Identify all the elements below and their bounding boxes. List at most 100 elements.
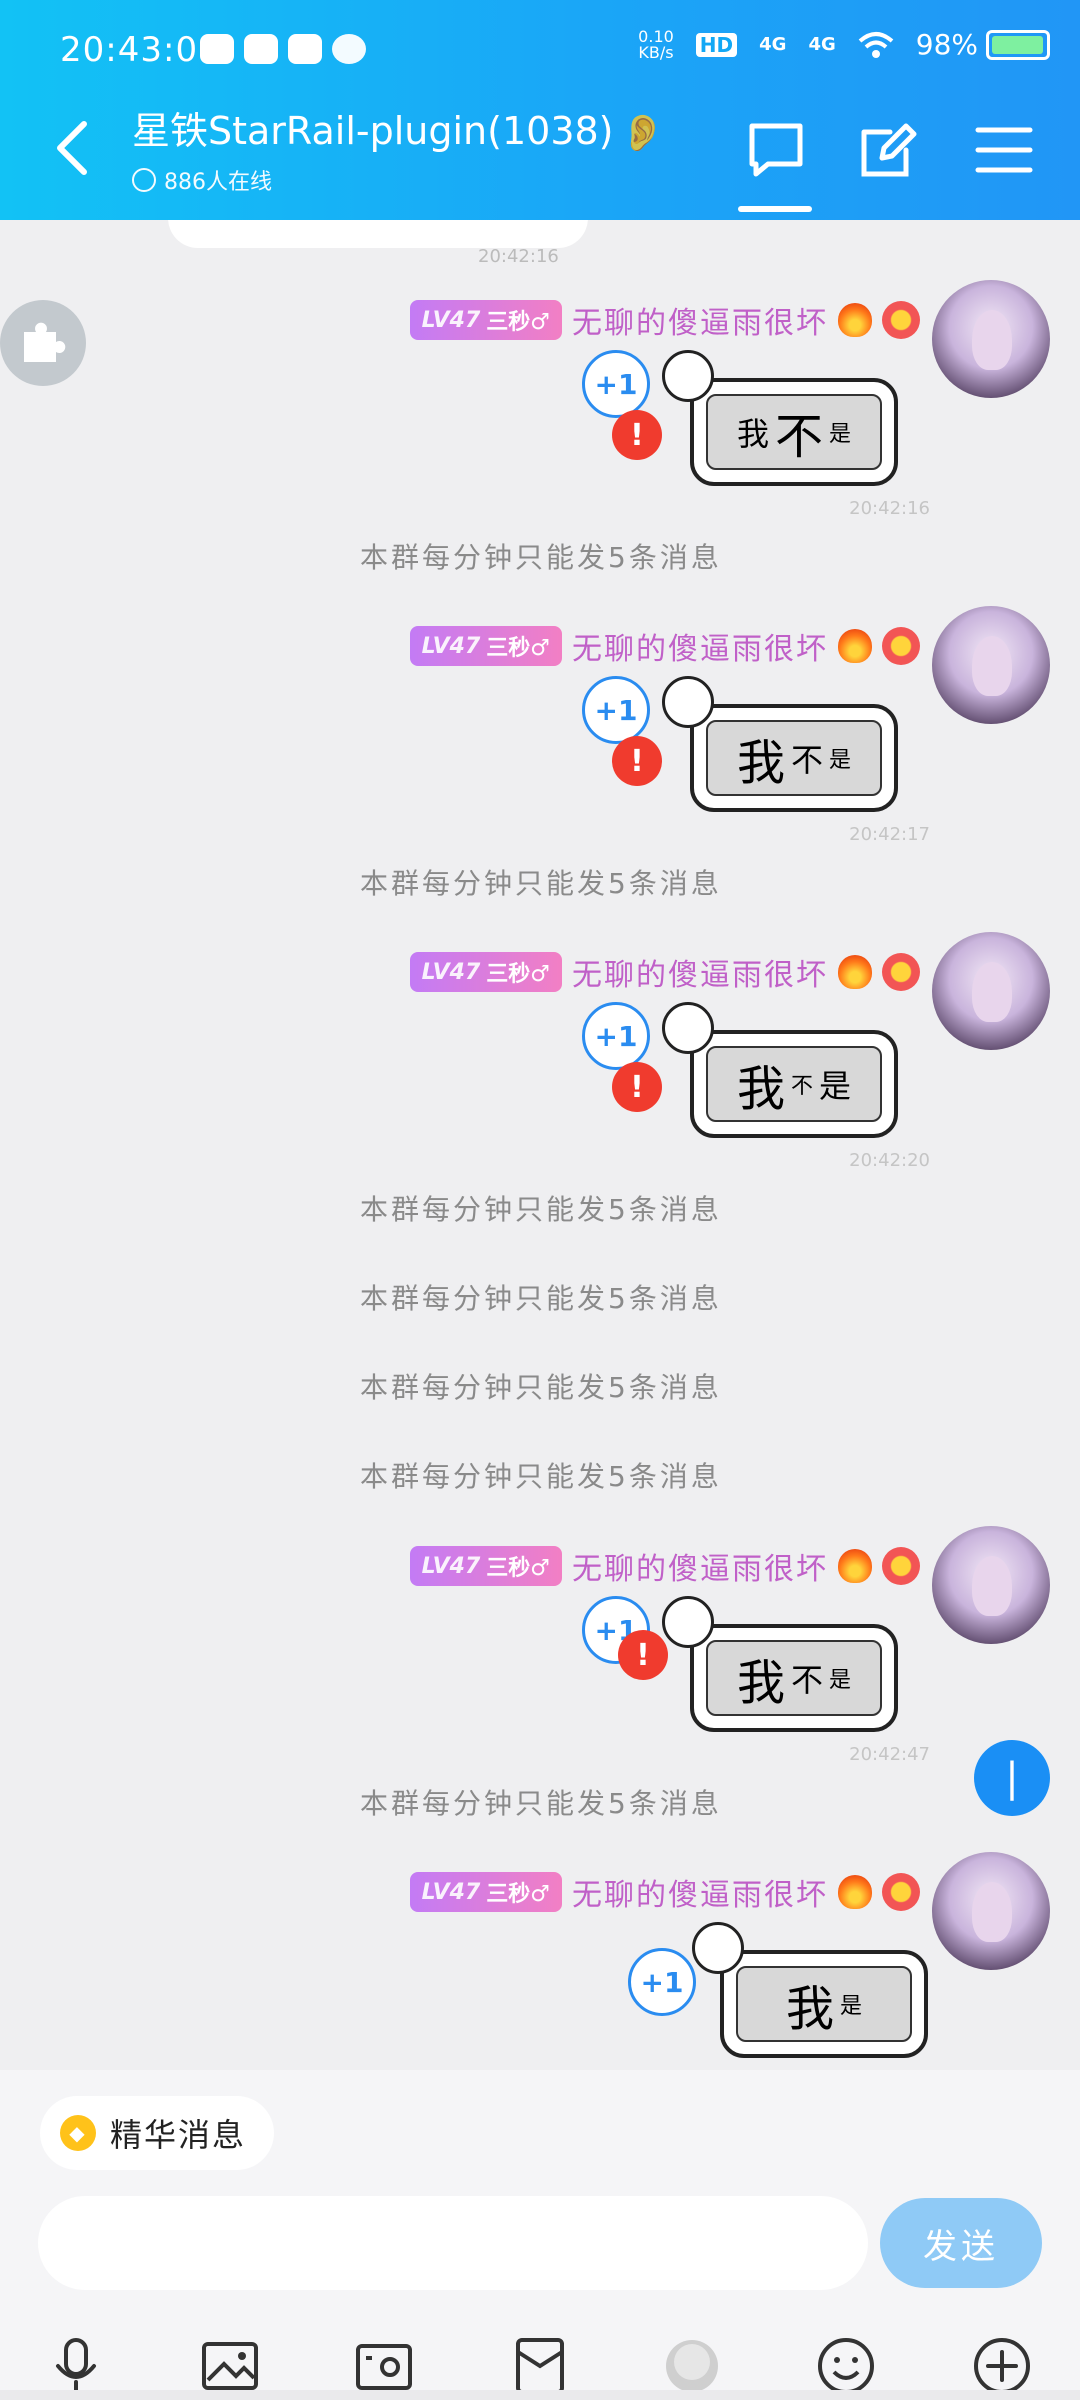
message-app-icon [332,34,366,64]
system-notice: 本群每分钟只能发5条消息 [360,1460,722,1493]
level-text: LV47 [421,307,481,333]
image-icon[interactable] [200,2336,260,2396]
sticker-frame: 我 不 是 [690,1030,898,1138]
message-time: 20:42:47 [849,1744,930,1765]
face-icon[interactable] [662,2336,722,2396]
send-button[interactable]: 发送 [880,2198,1042,2288]
honor-title: 三秒♂ [486,636,550,661]
honor-title: 三秒♂ [486,962,550,987]
send-failed-icon[interactable]: ! [612,410,662,460]
flower-icon [882,1873,920,1911]
send-failed-icon[interactable]: ! [612,736,662,786]
back-icon[interactable] [50,118,94,178]
sender-info: LV47 三秒♂ 无聊的傻逼雨很坏 [409,950,920,994]
sender-info: LV47 三秒♂ 无聊的傻逼雨很坏 [409,1870,920,1914]
status-bar: 20:43:00 0.10 KB/s HD 4G 4G 98% [0,0,1080,104]
online-text: 886人在线 [164,170,272,195]
honor-title: 三秒♂ [486,310,550,335]
mic-icon[interactable] [46,2336,106,2396]
sender-nickname[interactable]: 无聊的傻逼雨很坏 [572,950,828,994]
plus-one-button[interactable]: +1 [582,1002,650,1070]
plus-one-button[interactable]: +1 [582,676,650,744]
sender-nickname[interactable]: 无聊的傻逼雨很坏 [572,298,828,342]
prev-message-time: 20:42:16 [478,246,559,267]
avatar[interactable] [932,280,1050,398]
level-badge: LV47 三秒♂ [409,952,562,992]
send-failed-icon[interactable]: ! [612,1062,662,1112]
plus-icon[interactable] [972,2336,1032,2396]
fire-icon [838,1549,872,1583]
input-toolbar [0,2326,1080,2400]
plus-one-button[interactable]: +1 [628,1948,696,2016]
sticker-char: 是 [829,748,852,773]
avatar[interactable] [932,932,1050,1050]
fire-icon [838,955,872,989]
sticker-char: 是 [819,1067,852,1105]
sender-nickname[interactable]: 无聊的傻逼雨很坏 [572,624,828,668]
sticker-text: 我 不 是 [706,394,882,470]
sender-info: LV47 三秒♂ 无聊的傻逼雨很坏 [409,298,920,342]
fire-icon [838,1875,872,1909]
sticker-char: 是 [829,422,852,447]
sticker-frame: 我 不 是 [690,1624,898,1732]
status-right: 0.10 KB/s HD 4G 4G 98% [638,28,1050,61]
avatar[interactable] [932,1526,1050,1644]
sticker-message[interactable]: 我 不 是 [650,350,920,510]
qq-app-icon [200,34,234,64]
system-notice: 本群每分钟只能发5条消息 [360,541,722,574]
group-title[interactable]: 星铁StarRail-plugin(1038) [132,100,614,155]
avatar[interactable] [932,606,1050,724]
gesture-bar [0,2390,1080,2400]
flower-icon [882,627,920,665]
signal-2: 4G [808,34,836,55]
edit-icon[interactable] [856,118,920,182]
essence-messages-button[interactable]: ◆ 精华消息 [40,2096,275,2170]
chat-icon[interactable] [744,118,808,182]
camera-icon[interactable] [354,2336,414,2396]
sticker-text: 我 不 是 [706,1640,882,1716]
scroll-to-bottom-button[interactable]: | [974,1740,1050,1816]
flower-icon [882,301,920,339]
net-speed-unit: KB/s [638,42,674,62]
battery-icon [986,29,1050,60]
sticker-char: 我 [736,735,785,791]
cat-icon [662,1596,714,1648]
system-notice: 本群每分钟只能发5条消息 [360,1787,722,1820]
prev-message-bubble [168,220,588,248]
level-text: LV47 [421,959,481,985]
system-notice: 本群每分钟只能发5条消息 [360,1371,722,1404]
redpacket-icon[interactable] [510,2336,570,2396]
active-tab-indicator [738,206,812,212]
sticker-message[interactable]: 我 不 是 [650,1596,920,1756]
sticker-message[interactable]: 我 不 是 [650,1002,920,1162]
battery-text: 98% [915,28,978,61]
sticker-char: 是 [829,1668,852,1693]
chat-area[interactable]: 20:42:16 LV47 三秒♂ 无聊的傻逼雨很坏 我 不 是 +1 ! 20:… [0,220,1080,2070]
signal-1: 4G [759,34,787,55]
level-text: LV47 [421,1879,481,1905]
sender-info: LV47 三秒♂ 无聊的傻逼雨很坏 [409,624,920,668]
emoji-icon[interactable] [816,2336,876,2396]
cat-icon [662,1002,714,1054]
chat-header: 20:43:00 0.10 KB/s HD 4G 4G 98% 星铁StarRa… [0,0,1080,220]
sender-nickname[interactable]: 无聊的傻逼雨很坏 [572,1870,828,1914]
sticker-text: 我 是 [736,1966,912,2042]
sticker-message[interactable]: 我 不 是 [650,676,920,836]
ear-icon[interactable]: 👂 [620,112,665,154]
sticker-char: 不 [790,1074,813,1099]
cat-icon [662,676,714,728]
message-input[interactable] [38,2196,868,2290]
sender-nickname[interactable]: 无聊的傻逼雨很坏 [572,1544,828,1588]
sticker-message[interactable]: 我 是 [680,1922,950,2070]
send-failed-icon[interactable]: ! [618,1630,668,1680]
menu-icon[interactable] [972,118,1036,182]
level-badge: LV47 三秒♂ [409,626,562,666]
plus-one-button[interactable]: +1 [582,350,650,418]
message-time: 20:42:17 [849,824,930,845]
message-time: 20:42:16 [849,498,930,519]
online-count[interactable]: 886人在线 [132,164,272,196]
message-item: LV47 三秒♂ 无聊的傻逼雨很坏 我 是 +1 [0,1852,1080,2070]
level-badge: LV47 三秒♂ [409,1872,562,1912]
message-time: 20:42:20 [849,1150,930,1171]
battery-fill [992,35,1043,54]
